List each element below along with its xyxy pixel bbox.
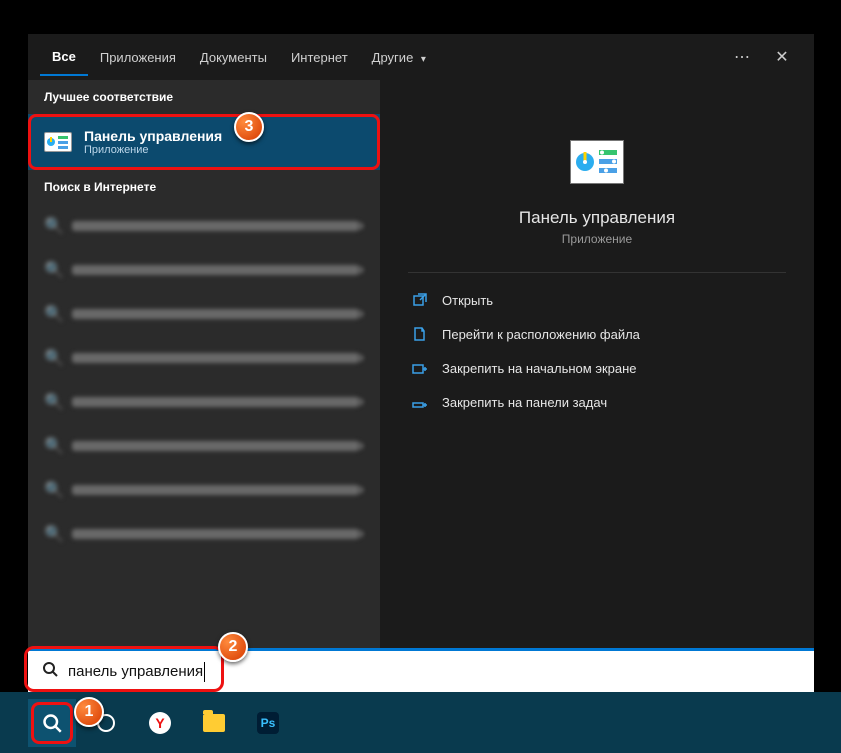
search-icon: 🔍 bbox=[44, 348, 60, 368]
search-icon: 🔍 bbox=[44, 392, 60, 412]
more-options-icon[interactable]: ⋯ bbox=[722, 47, 762, 67]
yandex-icon: Y bbox=[149, 712, 171, 734]
best-match-sub: Приложение bbox=[84, 144, 222, 156]
action-open[interactable]: Открыть bbox=[408, 283, 786, 317]
search-icon: 🔍 bbox=[44, 216, 60, 236]
divider bbox=[408, 272, 786, 273]
open-icon bbox=[412, 292, 428, 308]
best-match-text: Панель управления Приложение bbox=[84, 128, 222, 156]
tab-more[interactable]: Другие ▾ bbox=[360, 40, 438, 75]
screenshot-root: Все Приложения Документы Интернет Другие… bbox=[0, 0, 841, 753]
web-result[interactable]: 🔍› bbox=[28, 248, 380, 292]
preview-sub: Приложение bbox=[408, 232, 786, 246]
search-input-value: панель управления bbox=[68, 663, 203, 680]
best-match-result[interactable]: Панель управления Приложение bbox=[28, 114, 380, 170]
search-icon: 🔍 bbox=[44, 480, 60, 500]
action-pin-start-label: Закрепить на начальном экране bbox=[442, 361, 637, 376]
web-result[interactable]: 🔍› bbox=[28, 468, 380, 512]
tab-docs[interactable]: Документы bbox=[188, 40, 279, 75]
annotation-badge-3: 3 bbox=[234, 112, 264, 142]
search-icon: 🔍 bbox=[44, 436, 60, 456]
annotation-badge-1: 1 bbox=[74, 697, 104, 727]
taskbar-explorer-button[interactable] bbox=[190, 699, 238, 747]
web-results-list: 🔍› 🔍› 🔍› 🔍› 🔍› 🔍› 🔍› 🔍› bbox=[28, 204, 380, 648]
web-result[interactable]: 🔍› bbox=[28, 512, 380, 556]
chevron-right-icon: › bbox=[359, 217, 364, 235]
annotation-badge-2: 2 bbox=[218, 632, 248, 662]
chevron-right-icon: › bbox=[359, 261, 364, 279]
search-icon: 🔍 bbox=[44, 260, 60, 280]
taskbar-search-button[interactable] bbox=[28, 699, 76, 747]
search-icon: 🔍 bbox=[44, 524, 60, 544]
taskbar: Y Ps bbox=[0, 692, 841, 753]
action-pin-taskbar-label: Закрепить на панели задач bbox=[442, 395, 607, 410]
chevron-right-icon: › bbox=[359, 349, 364, 367]
close-icon[interactable]: ✕ bbox=[762, 47, 802, 67]
preview-pane: Панель управления Приложение Открыть Пер… bbox=[380, 80, 814, 648]
folder-icon bbox=[412, 326, 428, 342]
results-column: Лучшее соответствие Панель управления Пр… bbox=[28, 80, 380, 648]
text-caret bbox=[204, 662, 205, 682]
flyout-body: Лучшее соответствие Панель управления Пр… bbox=[28, 80, 814, 648]
action-pin-taskbar[interactable]: Закрепить на панели задач bbox=[408, 385, 786, 419]
search-icon bbox=[42, 661, 58, 682]
chevron-right-icon: › bbox=[359, 393, 364, 411]
tab-more-label: Другие bbox=[372, 50, 414, 65]
photoshop-icon: Ps bbox=[257, 712, 279, 734]
web-result[interactable]: 🔍› bbox=[28, 292, 380, 336]
best-match-title: Панель управления bbox=[84, 128, 222, 144]
file-explorer-icon bbox=[203, 714, 225, 732]
search-input[interactable]: панель управления bbox=[28, 648, 814, 692]
action-open-label: Открыть bbox=[442, 293, 493, 308]
chevron-right-icon: › bbox=[359, 525, 364, 543]
chevron-down-icon: ▾ bbox=[421, 54, 426, 65]
preview-control-panel-icon bbox=[570, 140, 624, 184]
tab-apps[interactable]: Приложения bbox=[88, 40, 188, 75]
web-result[interactable]: 🔍› bbox=[28, 204, 380, 248]
action-location-label: Перейти к расположению файла bbox=[442, 327, 640, 342]
pin-start-icon bbox=[412, 360, 428, 376]
pin-taskbar-icon bbox=[412, 394, 428, 410]
best-match-header: Лучшее соответствие bbox=[28, 80, 380, 114]
search-icon: 🔍 bbox=[44, 304, 60, 324]
web-result[interactable]: 🔍› bbox=[28, 336, 380, 380]
chevron-right-icon: › bbox=[359, 437, 364, 455]
tab-all[interactable]: Все bbox=[40, 39, 88, 76]
web-result[interactable]: 🔍› bbox=[28, 380, 380, 424]
action-open-location[interactable]: Перейти к расположению файла bbox=[408, 317, 786, 351]
taskbar-yandex-button[interactable]: Y bbox=[136, 699, 184, 747]
control-panel-icon bbox=[44, 132, 72, 152]
chevron-right-icon: › bbox=[359, 305, 364, 323]
web-result[interactable]: 🔍› bbox=[28, 424, 380, 468]
preview-title: Панель управления bbox=[408, 208, 786, 228]
chevron-right-icon: › bbox=[359, 481, 364, 499]
taskbar-photoshop-button[interactable]: Ps bbox=[244, 699, 292, 747]
web-search-header: Поиск в Интернете bbox=[28, 170, 380, 204]
search-flyout: Все Приложения Документы Интернет Другие… bbox=[28, 34, 814, 648]
search-tabs: Все Приложения Документы Интернет Другие… bbox=[28, 34, 814, 80]
action-pin-start[interactable]: Закрепить на начальном экране bbox=[408, 351, 786, 385]
tab-web[interactable]: Интернет bbox=[279, 40, 360, 75]
